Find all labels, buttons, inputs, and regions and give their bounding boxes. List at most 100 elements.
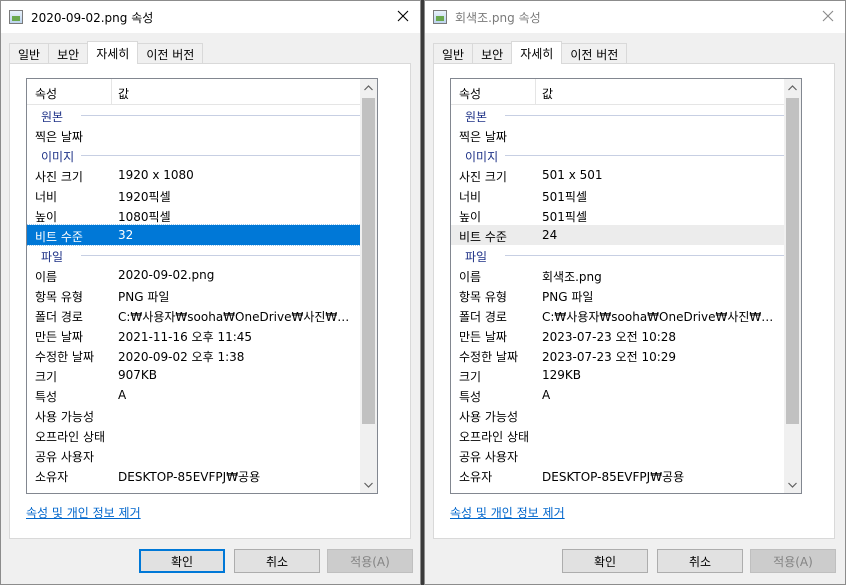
property-row[interactable]: 수정한 날짜 2023-07-23 오전 10:29 bbox=[451, 345, 785, 365]
property-row[interactable]: 너비 501픽셀 bbox=[451, 185, 785, 205]
column-divider[interactable] bbox=[535, 79, 536, 105]
property-name: 높이 bbox=[459, 210, 482, 224]
ok-button[interactable]: 확인 bbox=[139, 549, 225, 573]
group-divider bbox=[81, 255, 369, 256]
tab-security[interactable]: 보안 bbox=[472, 43, 513, 64]
property-name: 공유 사용자 bbox=[35, 450, 95, 464]
property-row[interactable]: 사용 가능성 bbox=[451, 405, 785, 425]
property-row[interactable]: 찍은 날짜 bbox=[451, 125, 785, 145]
property-value: 회색조.png bbox=[542, 270, 602, 284]
property-list[interactable]: 속성 값 원본 찍은 날짜 이미지 사진 크기 1920 x 1080 너비 1920픽셀 높… bbox=[26, 78, 378, 494]
property-row[interactable]: 소유자 DESKTOP-85EVFPJ₩공용 bbox=[451, 465, 785, 485]
chevron-up-icon bbox=[788, 84, 797, 90]
scroll-up-button[interactable] bbox=[360, 79, 377, 96]
tab-general[interactable]: 일반 bbox=[9, 43, 50, 64]
property-row[interactable]: 항목 유형 PNG 파일 bbox=[451, 285, 785, 305]
tab-details[interactable]: 자세히 bbox=[511, 41, 563, 64]
apply-button[interactable]: 적용(A) bbox=[327, 549, 413, 573]
property-value: A bbox=[118, 388, 127, 402]
property-row[interactable]: 특성 A bbox=[451, 385, 785, 405]
property-name: 사진 크기 bbox=[35, 170, 83, 184]
property-row[interactable]: 사진 크기 1920 x 1080 bbox=[27, 165, 361, 185]
property-row[interactable]: 소유자 DESKTOP-85EVFPJ₩공용 bbox=[27, 465, 361, 485]
cancel-button[interactable]: 취소 bbox=[657, 549, 743, 573]
property-name: 소유자 bbox=[459, 470, 493, 484]
property-row[interactable]: 비트 수준 32 bbox=[27, 224, 362, 246]
property-row[interactable]: 높이 501픽셀 bbox=[451, 205, 785, 225]
property-row[interactable]: 찍은 날짜 bbox=[27, 125, 361, 145]
close-button[interactable] bbox=[817, 5, 839, 27]
title-bar[interactable]: 2020-09-02.png 속성 bbox=[1, 1, 420, 33]
property-list[interactable]: 속성 값 원본 찍은 날짜이미지 사진 크기 501 x 501 너비 501픽셀 높이 50… bbox=[450, 78, 802, 494]
scroll-down-button[interactable] bbox=[784, 476, 801, 493]
tab-previous-versions[interactable]: 이전 버전 bbox=[561, 43, 628, 64]
property-name: 높이 bbox=[35, 210, 58, 224]
group-header[interactable]: 이미지 bbox=[27, 145, 369, 165]
property-name: 폴더 경로 bbox=[35, 310, 83, 324]
property-row[interactable]: 폴더 경로 C:₩사용자₩sooha₩OneDrive₩사진₩스크... bbox=[451, 305, 785, 325]
property-row[interactable]: 수정한 날짜 2020-09-02 오후 1:38 bbox=[27, 345, 361, 365]
property-row[interactable]: 이름 2020-09-02.png bbox=[27, 265, 361, 285]
apply-button[interactable]: 적용(A) bbox=[750, 549, 836, 573]
property-row[interactable]: 만든 날짜 2023-07-23 오전 10:28 bbox=[451, 325, 785, 345]
group-header[interactable]: 원본 bbox=[27, 105, 369, 125]
property-row[interactable]: 높이 1080픽셀 bbox=[27, 205, 361, 225]
property-value: 2020-09-02.png bbox=[118, 268, 215, 282]
property-row[interactable]: 오프라인 상태 bbox=[27, 425, 361, 445]
property-value: 907KB bbox=[118, 368, 158, 382]
column-divider[interactable] bbox=[111, 79, 112, 105]
property-row[interactable]: 항목 유형 PNG 파일 bbox=[27, 285, 361, 305]
property-name: 비트 수준 bbox=[35, 230, 83, 244]
property-value: C:₩사용자₩sooha₩OneDrive₩사진₩스크... bbox=[542, 310, 778, 324]
tab-general[interactable]: 일반 bbox=[433, 43, 474, 64]
remove-properties-link[interactable]: 속성 및 개인 정보 제거 bbox=[450, 504, 565, 521]
column-header-property[interactable]: 속성 bbox=[459, 85, 481, 102]
property-row[interactable]: 공유 사용자 bbox=[451, 445, 785, 465]
property-name: 오프라인 상태 bbox=[459, 430, 530, 444]
scroll-down-button[interactable] bbox=[360, 476, 377, 493]
group-header[interactable]: 원본 bbox=[451, 105, 793, 125]
scroll-thumb[interactable] bbox=[362, 98, 375, 424]
property-name: 만든 날짜 bbox=[35, 330, 83, 344]
property-row[interactable]: 폴더 경로 C:₩사용자₩sooha₩OneDrive₩사진₩스크... bbox=[27, 305, 361, 325]
vertical-scrollbar[interactable] bbox=[360, 79, 377, 493]
property-row[interactable]: 사진 크기 501 x 501 bbox=[451, 165, 785, 185]
property-row[interactable]: 너비 1920픽셀 bbox=[27, 185, 361, 205]
tab-previous-versions[interactable]: 이전 버전 bbox=[137, 43, 204, 64]
property-row[interactable]: 이름 회색조.png bbox=[451, 265, 785, 285]
property-name: 소유자 bbox=[35, 470, 69, 484]
tab-details[interactable]: 자세히 bbox=[87, 41, 139, 64]
tab-security[interactable]: 보안 bbox=[48, 43, 89, 64]
property-row[interactable]: 특성 A bbox=[27, 385, 361, 405]
property-value: PNG 파일 bbox=[118, 290, 170, 304]
scroll-thumb[interactable] bbox=[786, 98, 799, 424]
column-header-value[interactable]: 값 bbox=[542, 85, 553, 102]
property-row[interactable]: 크기 129KB bbox=[451, 365, 785, 385]
property-row[interactable]: 사용 가능성 bbox=[27, 405, 361, 425]
close-button[interactable] bbox=[392, 5, 414, 27]
group-header[interactable]: 파일 bbox=[451, 245, 793, 265]
tab-bar: 일반 보안 자세히 이전 버전 bbox=[9, 41, 204, 64]
property-name: 찍은 날짜 bbox=[35, 130, 83, 144]
scroll-up-button[interactable] bbox=[784, 79, 801, 96]
property-row[interactable]: 공유 사용자 bbox=[27, 445, 361, 465]
group-label: 이미지 bbox=[465, 150, 499, 164]
group-header[interactable]: 파일 bbox=[27, 245, 369, 265]
remove-properties-link[interactable]: 속성 및 개인 정보 제거 bbox=[26, 504, 141, 521]
property-row[interactable]: 만든 날짜 2021-11-16 오후 11:45 bbox=[27, 325, 361, 345]
property-value: 2023-07-23 오전 10:28 bbox=[542, 330, 677, 344]
vertical-scrollbar[interactable] bbox=[784, 79, 801, 493]
property-name: 수정한 날짜 bbox=[35, 350, 95, 364]
group-label: 원본 bbox=[41, 110, 64, 124]
cancel-button[interactable]: 취소 bbox=[234, 549, 320, 573]
property-row[interactable]: 크기 907KB bbox=[27, 365, 361, 385]
column-header-value[interactable]: 값 bbox=[118, 85, 129, 102]
title-bar[interactable]: 회색조.png 속성 bbox=[425, 1, 845, 33]
property-name: 항목 유형 bbox=[459, 290, 507, 304]
property-row[interactable]: 오프라인 상태 bbox=[451, 425, 785, 445]
group-label: 원본 bbox=[465, 110, 488, 124]
ok-button[interactable]: 확인 bbox=[562, 549, 648, 573]
property-row[interactable]: 비트 수준 24 bbox=[451, 225, 785, 245]
group-header[interactable]: 이미지 bbox=[451, 145, 793, 165]
column-header-property[interactable]: 속성 bbox=[35, 85, 57, 102]
